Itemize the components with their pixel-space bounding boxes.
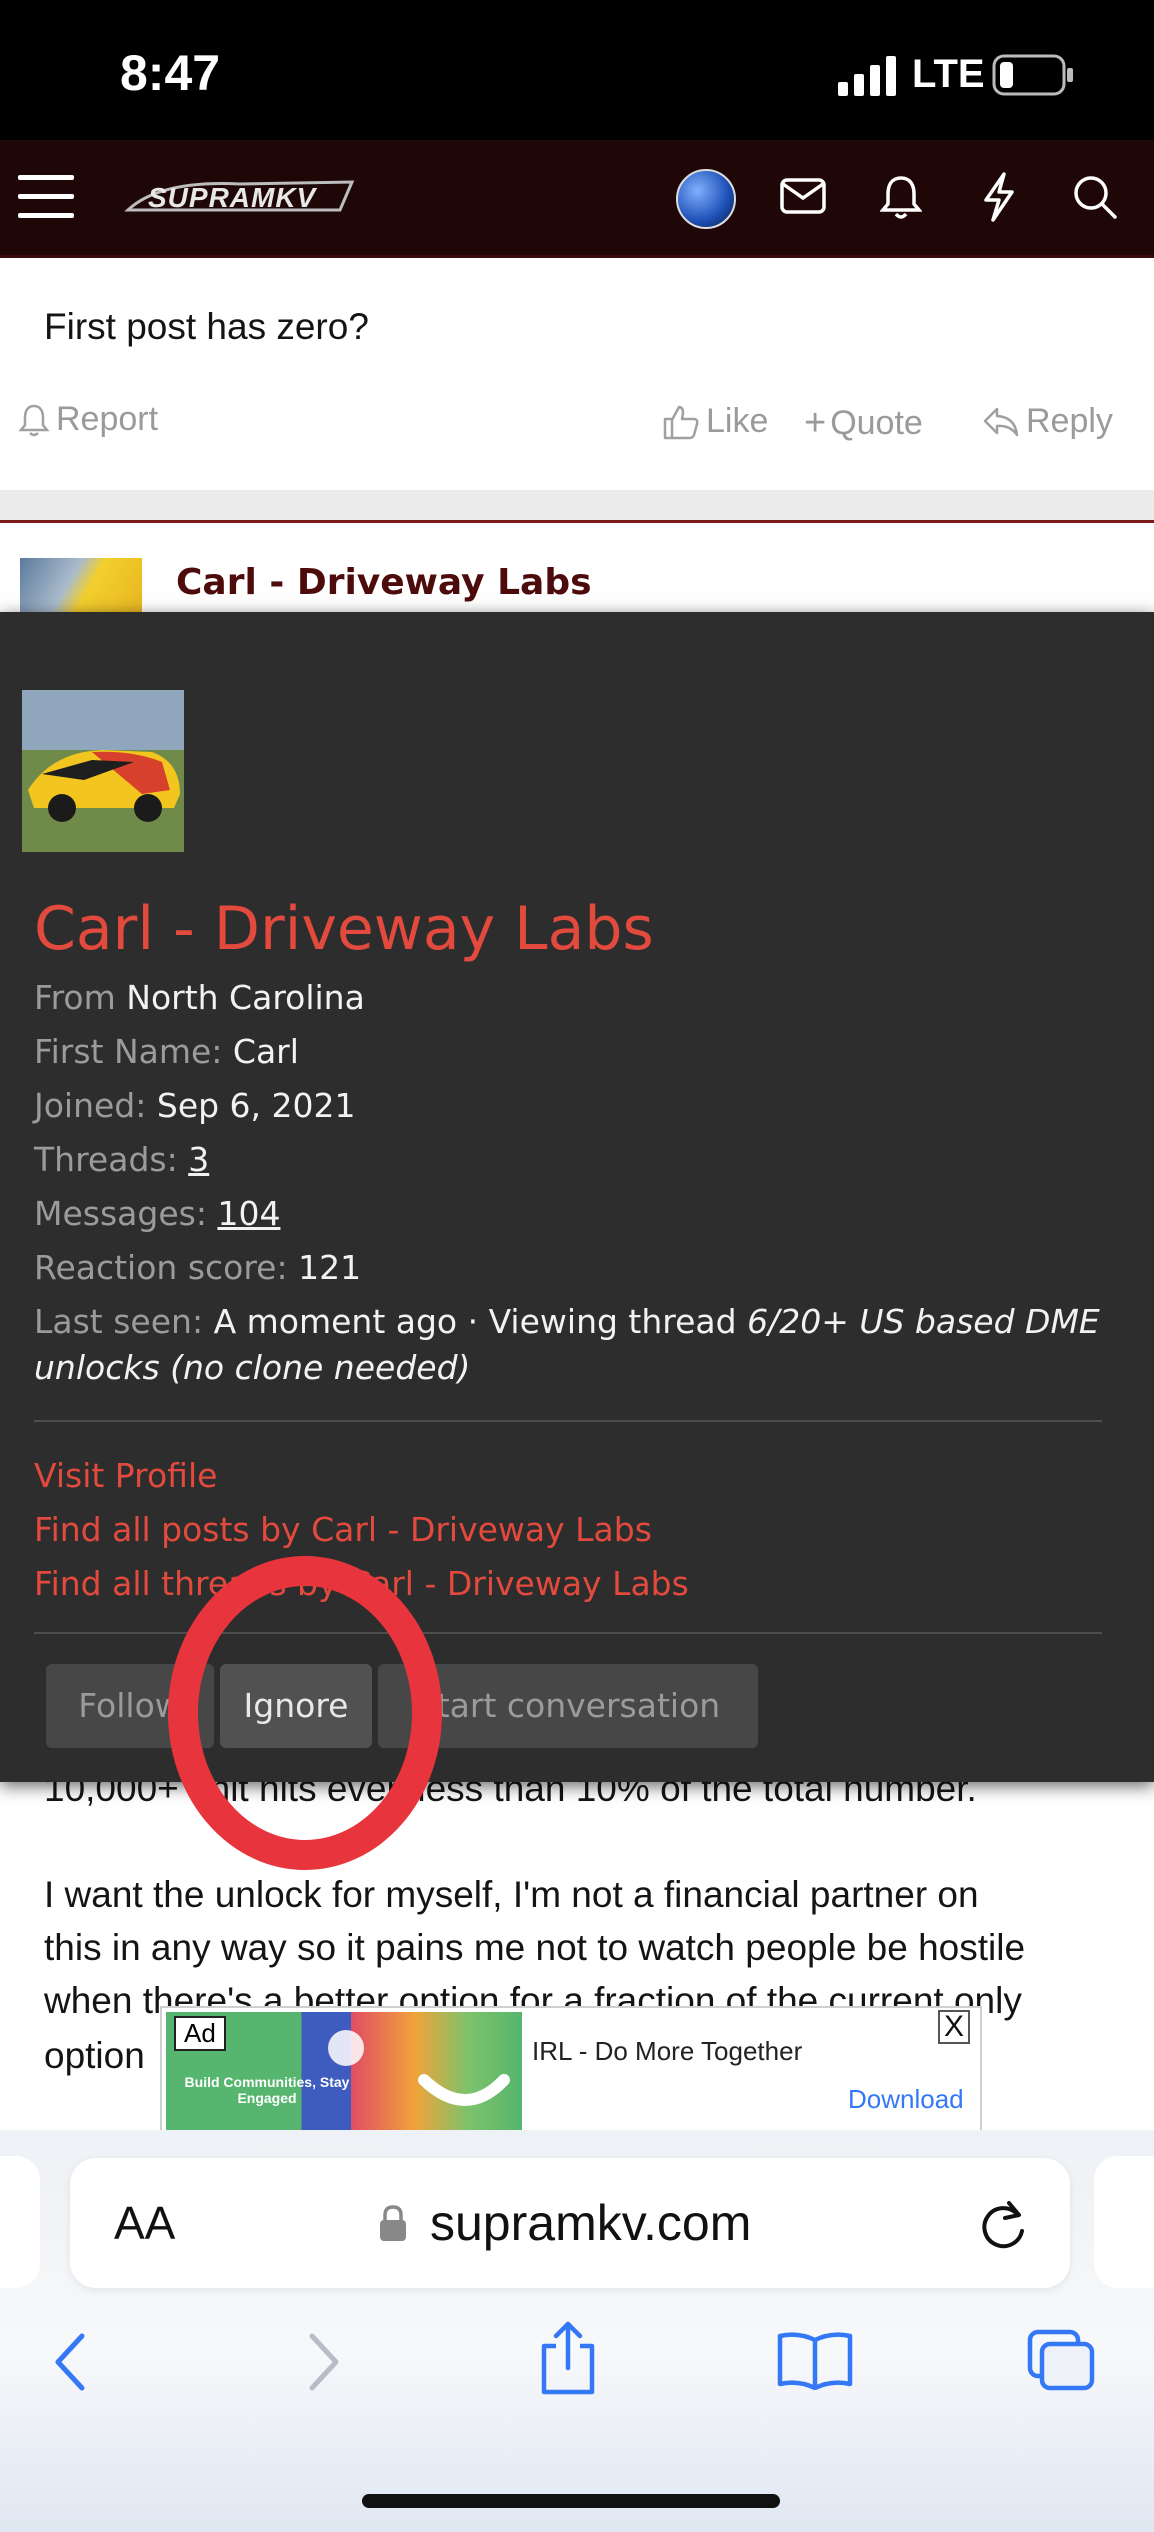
post-body-line: I want the unlock for myself, I'm not a … [44,1874,979,1915]
last-seen-thread-link[interactable]: 6/20+ US based DME [747,1302,1100,1341]
reply-label: Reply [1026,402,1113,440]
reply-arrow-icon [983,407,1019,436]
author-avatar-small[interactable] [20,558,142,618]
url-text[interactable]: supramkv.com [430,2194,751,2252]
reply-button[interactable]: Reply [982,402,1113,441]
search-icon[interactable] [1072,174,1118,220]
report-label: Report [56,400,159,438]
post-body-text: First post has zero? [44,306,369,347]
user-avatar[interactable] [676,169,736,229]
member-name[interactable]: Carl - Driveway Labs [34,894,654,964]
next-tab-peek[interactable] [1094,2156,1154,2288]
member-messages: Messages: 104 [34,1194,280,1233]
ad-image-text: Build Communities, Stay Engaged [184,2074,350,2106]
member-last-seen: Last seen: A moment ago · Viewing thread… [34,1302,1100,1341]
share-icon[interactable] [536,2320,600,2396]
ad-badge: Ad [174,2016,226,2051]
status-time: 8:47 [120,45,221,101]
member-first-name: First Name: Carl [34,1032,299,1071]
member-threads: Threads: 3 [34,1140,209,1179]
thumbs-up-icon [663,405,699,439]
threads-label: Threads: [34,1140,178,1179]
lock-icon [380,2205,406,2241]
messages-label: Messages: [34,1194,207,1233]
like-button[interactable]: Like [662,402,768,441]
previous-tab-peek[interactable] [0,2156,40,2288]
bell-icon [18,404,50,436]
bookmarks-icon[interactable] [776,2330,854,2390]
last-seen-value: A moment ago · Viewing thread [213,1302,737,1341]
tabs-icon[interactable] [1026,2328,1096,2392]
annotation-circle [168,1556,442,1870]
ad-banner[interactable]: Build Communities, Stay Engaged Ad IRL -… [160,2006,982,2136]
first-name-label: First Name: [34,1032,223,1071]
site-logo[interactable]: SUPRAMKV [120,174,360,220]
post-body-line: option [44,2035,145,2076]
card-divider [34,1420,1102,1422]
first-name-value: Carl [232,1032,299,1071]
messages-count-link[interactable]: 104 [217,1194,280,1233]
lightning-icon[interactable] [982,172,1016,222]
location-label: From [34,978,116,1017]
address-bar[interactable]: AA supramkv.com [70,2158,1070,2288]
ad-download-button[interactable]: Download [848,2084,964,2115]
ad-title: IRL - Do More Together [532,2036,803,2066]
last-seen-label: Last seen: [34,1302,204,1341]
signal-icon [838,56,896,96]
visit-profile-link[interactable]: Visit Profile [34,1456,217,1495]
member-location: From North Carolina [34,978,365,1017]
quote-button[interactable]: + Quote [804,402,923,445]
member-joined: Joined: Sep 6, 2021 [34,1086,356,1125]
status-bar: 8:47 LTE [0,0,1154,140]
find-posts-link[interactable]: Find all posts by Carl - Driveway Labs [34,1510,652,1549]
back-icon[interactable] [50,2332,90,2392]
location-value: North Carolina [126,978,365,1017]
report-button[interactable]: Report [18,400,158,439]
post-divider-line [0,520,1154,523]
quote-label: Quote [830,404,923,442]
reaction-label: Reaction score: [34,1248,288,1287]
member-avatar[interactable] [22,690,184,852]
reaction-value: 121 [298,1248,362,1287]
joined-value: Sep 6, 2021 [156,1086,356,1125]
post-author-name[interactable]: Carl - Driveway Labs [176,562,592,603]
post-separator [0,490,1154,522]
envelope-icon[interactable] [780,178,826,214]
battery-icon [992,54,1073,96]
site-header: SUPRAMKV [0,140,1154,258]
text-size-button[interactable]: AA [114,2196,175,2250]
logo-text: SUPRAMKV [148,182,317,213]
forward-icon[interactable] [304,2332,344,2392]
member-last-seen-cont: unlocks (no clone needed) [34,1348,470,1387]
reload-icon[interactable] [978,2198,1028,2252]
plus-icon: + [804,402,827,444]
last-seen-thread-link-cont[interactable]: unlocks (no clone needed) [34,1348,470,1387]
bell-icon[interactable] [880,174,922,220]
joined-label: Joined: [34,1086,147,1125]
network-label: LTE [912,52,985,96]
hamburger-menu-icon[interactable] [18,175,74,219]
like-label: Like [706,402,769,440]
home-indicator [362,2494,780,2508]
member-reaction-score: Reaction score: 121 [34,1248,361,1287]
post-body-line: this in any way so it pains me not to wa… [44,1927,1026,1968]
threads-count-link[interactable]: 3 [188,1140,209,1179]
ad-close-button[interactable]: X [938,2010,971,2044]
